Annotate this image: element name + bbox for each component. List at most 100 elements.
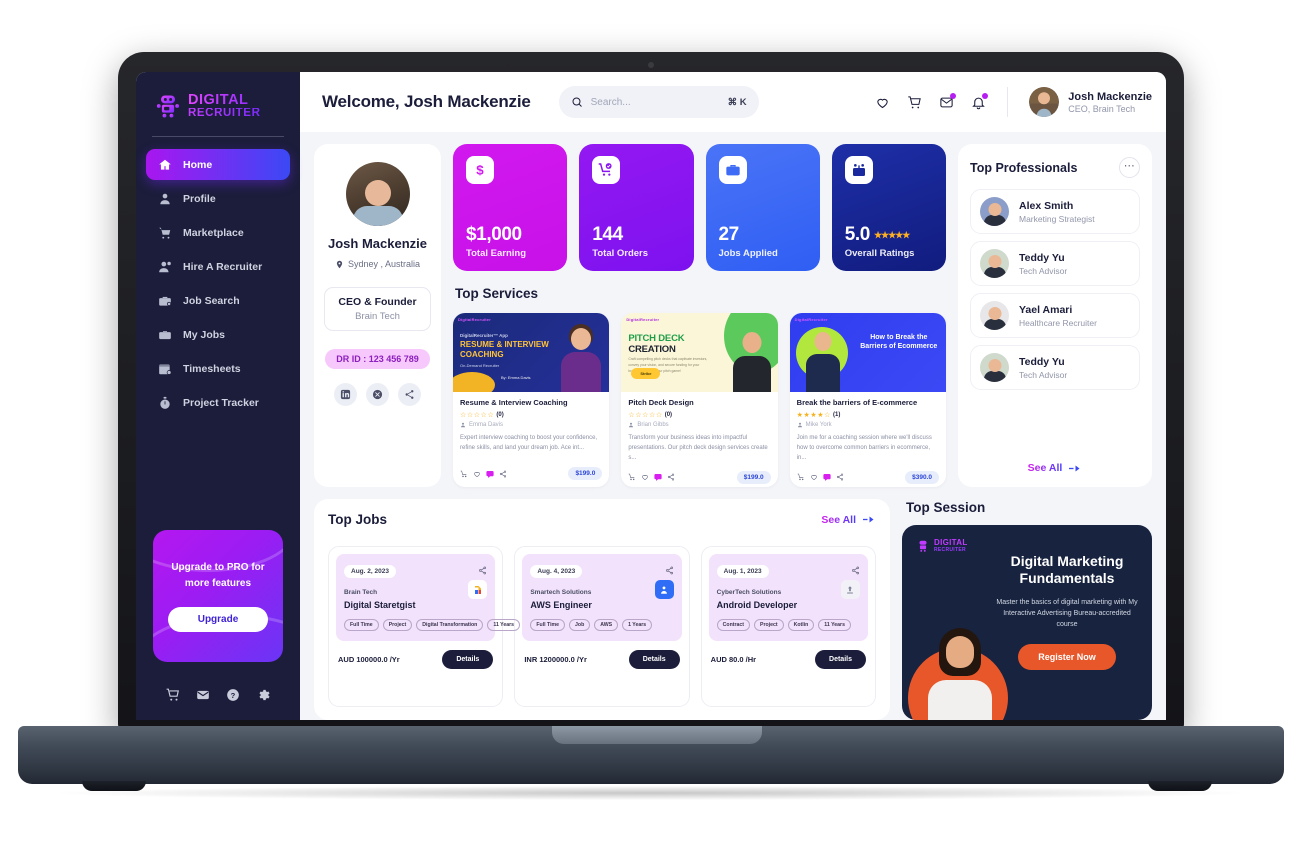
share-icon[interactable]	[836, 473, 844, 481]
job-card-body: Aug. 2, 2023 Brain Tech Digital Staretgi…	[336, 554, 521, 641]
sidebar-item-profile[interactable]: Profile	[146, 183, 290, 214]
list-item[interactable]: Teddy Yu Tech Advisor	[970, 241, 1140, 286]
job-card-top: Aug. 1, 2023	[716, 562, 860, 580]
search-input[interactable]	[590, 96, 720, 108]
service-card[interactable]: DigitalRecruiter DigitalRecruiter™ App R…	[453, 313, 610, 487]
ellipsis-icon[interactable]: ⋯	[1119, 157, 1140, 178]
user-menu[interactable]: Josh Mackenzie CEO, Brain Tech	[1029, 87, 1152, 117]
heart-icon[interactable]	[641, 473, 649, 481]
sidebar-item-label: Timesheets	[183, 362, 241, 375]
person-torso	[805, 354, 840, 392]
sidebar-item-marketplace[interactable]: Marketplace	[146, 217, 290, 248]
profile-card: Josh Mackenzie Sydney , Australia CEO & …	[314, 144, 441, 487]
sidebar-item-home[interactable]: Home	[146, 149, 290, 180]
cart-icon[interactable]	[797, 473, 805, 481]
job-details-button[interactable]: Details	[628, 650, 680, 669]
notifications-button[interactable]	[971, 92, 989, 110]
job-share-button[interactable]	[478, 562, 487, 580]
stat-card-jobs-applied[interactable]: 27 Jobs Applied	[705, 144, 820, 271]
job-details-button[interactable]: Details	[815, 650, 866, 669]
cart-icon[interactable]	[628, 473, 636, 481]
job-tag: 1 Years	[622, 619, 653, 631]
job-details-button[interactable]: Details	[442, 650, 494, 669]
chat-icon[interactable]	[654, 473, 662, 482]
home-icon	[159, 159, 171, 170]
service-rating-count: (1)	[833, 412, 841, 418]
job-share-button[interactable]	[665, 562, 674, 580]
profile-role-company: Brain Tech	[355, 311, 400, 323]
heart-icon[interactable]	[473, 470, 481, 478]
service-thumbnail: DigitalRecruiter DigitalRecruiter™ App R…	[453, 313, 610, 392]
job-tag: Full Time	[344, 619, 379, 631]
register-now-button[interactable]: Register Now	[1018, 644, 1116, 671]
heart-icon[interactable]	[810, 473, 818, 481]
x-button[interactable]	[366, 383, 389, 407]
job-role: AWS Engineer	[530, 600, 592, 610]
service-author-name: Mike York	[805, 422, 832, 428]
favorites-button[interactable]	[875, 95, 890, 110]
job-card[interactable]: Aug. 1, 2023 CyberTech Solutions Android…	[700, 546, 876, 707]
job-tag: Contract	[716, 619, 750, 631]
upgrade-button[interactable]: Upgrade	[167, 607, 269, 632]
messages-button[interactable]	[939, 92, 957, 110]
laptop-notch	[552, 726, 762, 744]
sidebar-item-job-search[interactable]: Job Search	[146, 285, 290, 316]
job-share-button[interactable]	[851, 562, 860, 580]
thumbnail-title-dark: CREATION	[628, 344, 676, 355]
sidebar-item-my-jobs[interactable]: My Jobs	[146, 319, 290, 350]
service-name: Resume & Interview Coaching	[460, 398, 568, 407]
brand-logo[interactable]: DIGITAL RECRUITER	[136, 86, 300, 130]
professional-name: Teddy Yu	[1019, 251, 1065, 264]
session-brand-line-2: RECRUITER	[934, 547, 966, 553]
brain-tech-logo-icon	[474, 585, 481, 594]
main-area: Welcome, Josh Mackenzie ⌘ K	[300, 72, 1166, 720]
robot-icon	[919, 540, 927, 552]
list-item[interactable]: Alex Smith Marketing Strategist	[970, 189, 1140, 234]
brand-line-2: RECRUITER	[188, 107, 261, 119]
sidebar-item-project-tracker[interactable]: Project Tracker	[146, 387, 290, 418]
stat-card-overall-ratings[interactable]: 5.0 ★★★★★ Overall Ratings	[831, 144, 946, 271]
service-thumbnail: DigitalRecruiter PITCH DECK CREATION Cra…	[621, 313, 778, 392]
help-icon[interactable]: ?	[226, 688, 240, 702]
share-icon[interactable]	[667, 473, 675, 481]
stats-and-services: $ $1,000 Total Earning 144 Total Orders …	[453, 144, 946, 487]
job-role: Android Developer	[716, 600, 798, 610]
heart-icon	[877, 98, 888, 108]
person-torso	[561, 352, 602, 392]
list-item[interactable]: Yael Amari Healthcare Recruiter	[970, 293, 1140, 338]
upgrade-text-pre: Upgrade to	[171, 562, 227, 573]
top-bar-icons: Josh Mackenzie CEO, Brain Tech	[875, 87, 1152, 117]
stat-card-total-orders[interactable]: 144 Total Orders	[579, 144, 694, 271]
job-card[interactable]: Aug. 4, 2023 Smartech Solutions AWS Engi…	[514, 546, 690, 707]
linkedin-button[interactable]	[334, 383, 357, 407]
session-banner[interactable]: DIGITAL RECRUITER Digital Marketing Fund…	[902, 525, 1152, 720]
stat-card-total-earning[interactable]: $ $1,000 Total Earning	[453, 144, 568, 271]
settings-icon[interactable]	[256, 688, 270, 702]
chat-icon[interactable]	[486, 470, 494, 478]
see-all-professionals-link[interactable]: See All	[970, 450, 1140, 474]
job-card[interactable]: Aug. 2, 2023 Brain Tech Digital Staretgi…	[328, 546, 521, 707]
professional-name: Alex Smith	[1019, 199, 1074, 212]
service-card[interactable]: DigitalRecruiter PITCH DECK CREATION Cra…	[621, 313, 778, 487]
stat-icon	[718, 156, 747, 184]
company-logo	[654, 580, 674, 599]
service-rating: ☆☆☆☆☆ (0)	[460, 411, 602, 419]
job-tag: Job	[569, 619, 591, 631]
search-bar[interactable]: ⌘ K	[558, 86, 759, 118]
sidebar-item-timesheets[interactable]: Timesheets	[146, 353, 290, 384]
share-button[interactable]	[398, 383, 421, 407]
cart-button[interactable]	[907, 95, 922, 110]
chat-icon[interactable]	[823, 473, 831, 482]
share-icon[interactable]	[499, 470, 507, 478]
job-tag: AWS	[594, 619, 619, 631]
sidebar-item-hire-a-recruiter[interactable]: Hire A Recruiter	[146, 251, 290, 282]
job-tags: Full Time Job AWS 1 Years	[530, 619, 673, 631]
list-item[interactable]: Teddy Yu Tech Advisor	[970, 345, 1140, 390]
cart-icon[interactable]	[166, 688, 180, 702]
job-company: Smartech Solutions	[530, 589, 592, 596]
mail-icon[interactable]	[196, 688, 210, 702]
see-all-jobs-link[interactable]: See All	[821, 514, 876, 526]
service-card[interactable]: DigitalRecruiter How to Break the Barrie…	[789, 313, 946, 487]
cart-icon[interactable]	[460, 470, 468, 478]
service-rating: ★★★★☆ (1)	[797, 411, 939, 419]
